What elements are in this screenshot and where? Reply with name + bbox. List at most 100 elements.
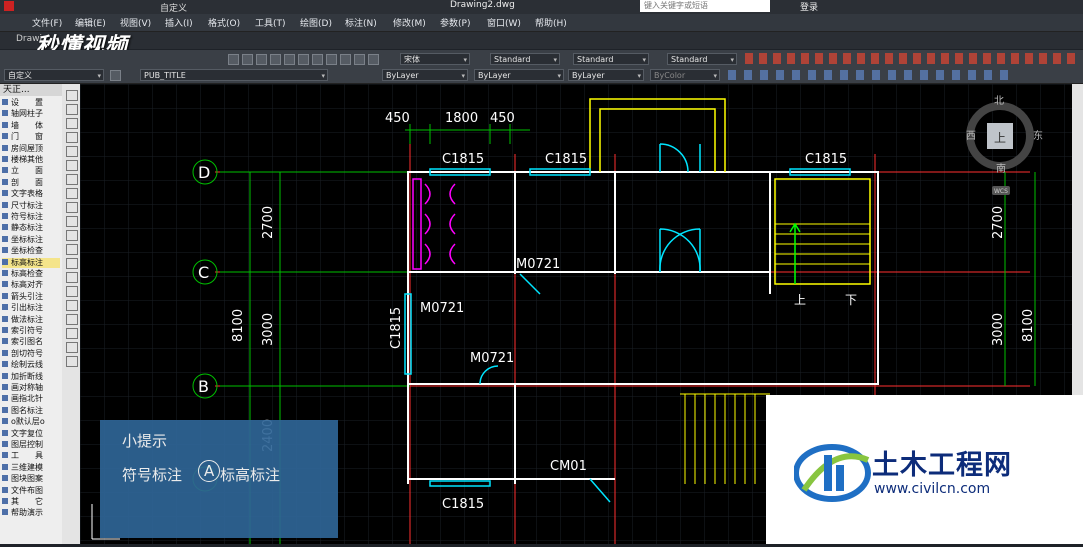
circle-icon[interactable] [66, 174, 78, 185]
spline-icon[interactable] [66, 202, 78, 213]
dim-style-select[interactable]: Standard [490, 53, 560, 65]
palette-item[interactable]: 墙 体 [2, 121, 60, 131]
properties-icon[interactable] [284, 54, 295, 65]
palette-item[interactable]: 画指北针 [2, 394, 60, 404]
search-input[interactable]: 键入关键字或短语 [640, 0, 770, 12]
menu-tools[interactable]: 工具(T) [255, 16, 286, 29]
palette-item[interactable]: 箭头引注 [2, 292, 60, 302]
palette-item[interactable]: 加折断线 [2, 372, 60, 382]
palette-item-label: 箭头引注 [11, 291, 43, 301]
region-icon[interactable] [66, 314, 78, 325]
palette-item-label: 设 置 [11, 98, 43, 107]
palette-item[interactable]: 符号标注 [2, 212, 60, 222]
palette-item[interactable]: 楼梯其他 [2, 155, 60, 165]
palette-item[interactable]: 设 置 [2, 98, 60, 108]
palette-item[interactable]: 立 面 [2, 166, 60, 176]
workspace-select[interactable]: 自定义 [4, 69, 104, 81]
color-select[interactable]: ByLayer [382, 69, 468, 81]
mtext-icon[interactable] [66, 342, 78, 353]
lineweight-select[interactable]: ByLayer [568, 69, 644, 81]
palette-item[interactable]: 标高标注 [2, 257, 60, 268]
markup-icon[interactable] [340, 54, 351, 65]
palette-item[interactable]: 引出标注 [2, 303, 60, 313]
gear-icon[interactable] [110, 70, 121, 81]
linetype-select[interactable]: ByLayer [474, 69, 564, 81]
layer-select[interactable]: PUB_TITLE [140, 69, 328, 81]
construction-line-icon[interactable] [66, 104, 78, 115]
zoom-icon[interactable] [242, 54, 253, 65]
zoom-window-icon[interactable] [256, 54, 267, 65]
palette-item[interactable]: 房间屋顶 [2, 144, 60, 154]
menu-format[interactable]: 格式(O) [208, 16, 240, 29]
palette-item-icon [2, 292, 8, 299]
menu-draw[interactable]: 绘图(D) [300, 16, 332, 29]
text-style-select[interactable]: 宋体 [400, 53, 470, 65]
palette-item[interactable]: 剖切符号 [2, 349, 60, 359]
autocad-logo-icon[interactable] [4, 1, 14, 11]
table-style-select[interactable]: Standard [573, 53, 649, 65]
palette-item[interactable]: 剖 面 [2, 178, 60, 188]
login-button[interactable]: 登录 [800, 0, 818, 13]
mleader-style-select[interactable]: Standard [667, 53, 737, 65]
palette-item[interactable]: 工 具 [2, 451, 60, 461]
design-center-icon[interactable] [298, 54, 309, 65]
palette-item[interactable]: 标高检查 [2, 269, 60, 279]
menu-dimension[interactable]: 标注(N) [345, 16, 377, 29]
paint-icon[interactable] [66, 356, 78, 367]
palette-item[interactable]: 文件布图 [2, 486, 60, 496]
workspace-switch[interactable]: 自定义 [160, 1, 187, 14]
menu-modify[interactable]: 修改(M) [393, 16, 426, 29]
palette-item[interactable]: 其 它 [2, 497, 60, 507]
menu-window[interactable]: 窗口(W) [487, 16, 521, 29]
palette-item[interactable]: 坐标检查 [2, 246, 60, 256]
line-icon[interactable] [66, 90, 78, 101]
menu-parameters[interactable]: 参数(P) [440, 16, 470, 29]
modify-toolbar-icons[interactable] [728, 70, 1010, 80]
point-icon[interactable] [66, 272, 78, 283]
palette-item[interactable]: 索引符号 [2, 326, 60, 336]
arc-icon[interactable] [66, 160, 78, 171]
palette-item[interactable]: 轴网柱子 [2, 109, 60, 119]
polyline-icon[interactable] [66, 118, 78, 129]
palette-item[interactable]: 坐标标注 [2, 235, 60, 245]
rectangle-icon[interactable] [66, 146, 78, 157]
palette-item[interactable]: 图层控制 [2, 440, 60, 450]
insert-block-icon[interactable] [66, 244, 78, 255]
sheet-set-icon[interactable] [326, 54, 337, 65]
palette-item[interactable]: 图名标注 [2, 406, 60, 416]
plotstyle-select[interactable]: ByColor [650, 69, 720, 81]
menu-insert[interactable]: 插入(I) [165, 16, 193, 29]
palette-item[interactable]: 静态标注 [2, 223, 60, 233]
zoom-previous-icon[interactable] [270, 54, 281, 65]
tool-palette-icon[interactable] [312, 54, 323, 65]
table-icon[interactable] [66, 328, 78, 339]
make-block-icon[interactable] [66, 258, 78, 269]
palette-item[interactable]: 做法标注 [2, 315, 60, 325]
palette-item[interactable]: o默认层o [2, 417, 60, 427]
help-icon[interactable] [368, 54, 379, 65]
palette-item[interactable]: 索引图名 [2, 337, 60, 347]
palette-item[interactable]: 图块图案 [2, 474, 60, 484]
gradient-icon[interactable] [66, 300, 78, 311]
palette-item[interactable]: 帮助演示 [2, 508, 60, 518]
palette-header: 天正... [0, 84, 62, 96]
palette-item[interactable]: 文字复位 [2, 429, 60, 439]
wcs-menu[interactable]: WCS [994, 188, 1008, 195]
door-label-1: M0721 [516, 257, 560, 272]
hatch-icon[interactable] [66, 286, 78, 297]
palette-item[interactable]: 门 窗 [2, 132, 60, 142]
polygon-icon[interactable] [66, 132, 78, 143]
pan-icon[interactable] [228, 54, 239, 65]
palette-item[interactable]: 画对称轴 [2, 383, 60, 393]
palette-item[interactable]: 文字表格 [2, 189, 60, 199]
ellipse-icon[interactable] [66, 216, 78, 227]
palette-item[interactable]: 绘制云线 [2, 360, 60, 370]
dimension-toolbar-icons[interactable] [745, 53, 1075, 64]
menu-help[interactable]: 帮助(H) [535, 16, 567, 29]
palette-item[interactable]: 尺寸标注 [2, 201, 60, 211]
quickcalc-icon[interactable] [354, 54, 365, 65]
palette-item[interactable]: 标高对齐 [2, 280, 60, 290]
palette-item[interactable]: 三维建模 [2, 463, 60, 473]
ellipse-arc-icon[interactable] [66, 230, 78, 241]
revcloud-icon[interactable] [66, 188, 78, 199]
